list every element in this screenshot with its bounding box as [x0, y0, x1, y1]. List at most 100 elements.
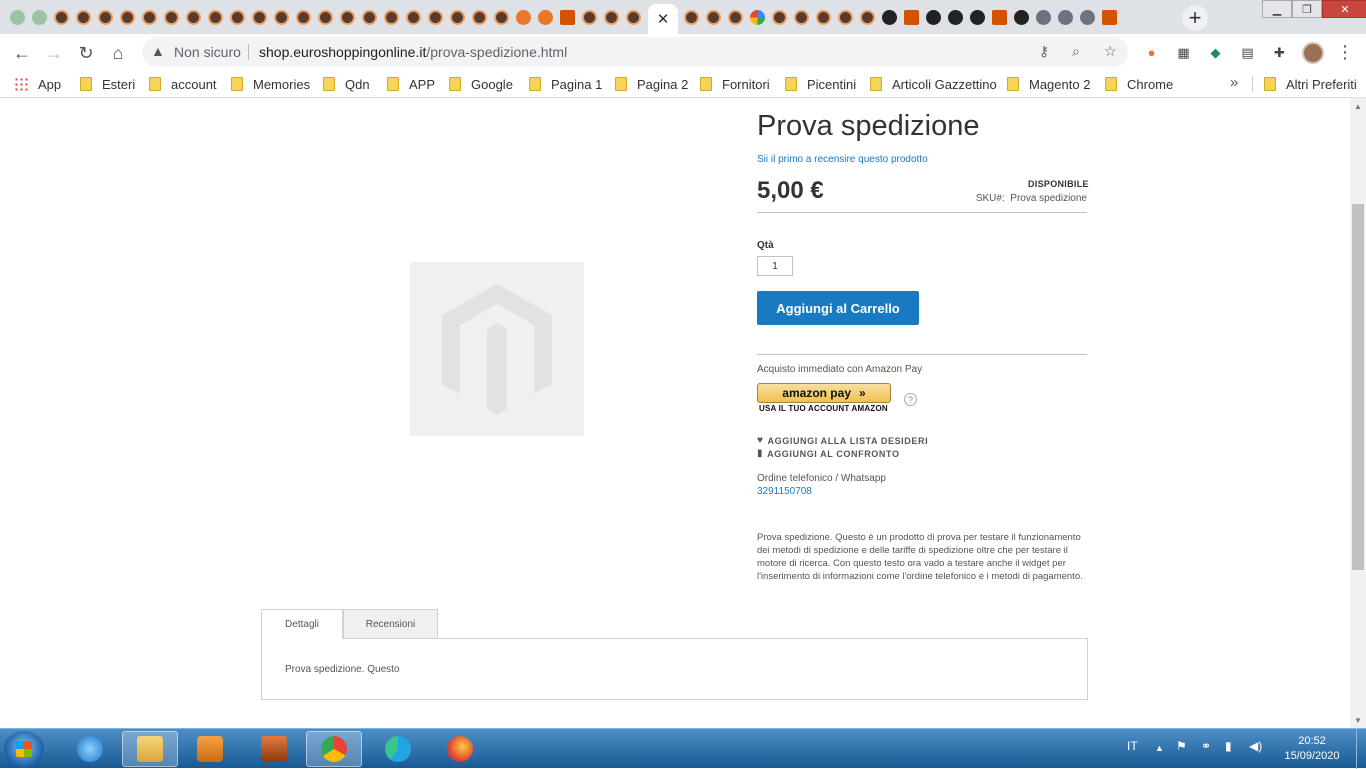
tab-details[interactable]: Dettagli [261, 609, 343, 639]
tab-favicon[interactable] [424, 6, 446, 28]
page-scrollbar[interactable]: ▲ ▼ [1350, 98, 1366, 728]
tab-favicon[interactable] [702, 6, 724, 28]
puzzle-icon[interactable]: ✚ [1271, 44, 1288, 61]
amazon-pay-button[interactable]: amazon pay » [757, 383, 891, 403]
tab-favicon[interactable] [966, 6, 988, 28]
forward-icon[interactable]: → [43, 42, 65, 64]
reload-icon[interactable]: ↻ [75, 42, 97, 64]
taskbar-explorer[interactable] [122, 731, 178, 767]
close-window-button[interactable]: ✕ [1322, 0, 1366, 18]
tab-favicon[interactable] [116, 6, 138, 28]
extension-b-icon[interactable]: ● [1143, 44, 1160, 61]
power-icon[interactable]: ▮ [1225, 739, 1232, 753]
tab-favicon[interactable] [28, 6, 50, 28]
tab-favicon[interactable] [358, 6, 380, 28]
new-tab-button[interactable]: + [1182, 5, 1208, 31]
scroll-down-icon[interactable]: ▼ [1354, 716, 1362, 725]
bookmark-item[interactable]: Articoli Gazzettino [870, 76, 997, 92]
volume-icon[interactable]: ◀) [1249, 739, 1262, 753]
tab-favicon[interactable] [226, 6, 248, 28]
review-link[interactable]: Sii il primo a recensire questo prodotto [757, 154, 928, 165]
bookmark-item[interactable]: Picentini [785, 76, 856, 92]
tab-favicon[interactable] [600, 6, 622, 28]
tab-favicon[interactable] [468, 6, 490, 28]
extension-leaf-icon[interactable]: ◆ [1207, 44, 1224, 61]
bookmark-item[interactable]: Google [449, 76, 513, 92]
tab-favicon[interactable] [988, 6, 1010, 28]
url-text[interactable]: shop.euroshoppingonline.it/prova-spedizi… [259, 44, 567, 60]
start-button[interactable] [4, 731, 44, 767]
tab-favicon[interactable] [622, 6, 644, 28]
bookmark-item[interactable]: Pagina 1 [529, 76, 602, 92]
tab-favicon[interactable] [812, 6, 834, 28]
taskbar-chrome[interactable] [306, 731, 362, 767]
taskbar-ie[interactable] [62, 731, 118, 767]
show-desktop-button[interactable] [1356, 729, 1366, 769]
tab-favicon[interactable] [512, 6, 534, 28]
tab-favicon[interactable] [1076, 6, 1098, 28]
bookmark-item[interactable]: Chrome [1105, 76, 1173, 92]
tray-expand-icon[interactable]: ▲ [1155, 743, 1164, 753]
tab-favicon[interactable] [1054, 6, 1076, 28]
bookmark-item[interactable]: App [14, 76, 61, 92]
tab-favicon[interactable] [138, 6, 160, 28]
tab-favicon[interactable] [900, 6, 922, 28]
tab-favicon[interactable] [204, 6, 226, 28]
tab-favicon[interactable] [94, 6, 116, 28]
scroll-up-icon[interactable]: ▲ [1354, 102, 1362, 111]
active-tab[interactable]: ✕ [648, 4, 678, 34]
menu-icon[interactable]: ⋮ [1336, 42, 1354, 63]
tab-favicon[interactable] [944, 6, 966, 28]
tab-favicon[interactable] [1032, 6, 1054, 28]
address-bar[interactable]: ▲ Non sicuro shop.euroshoppingonline.it/… [142, 37, 1128, 67]
key-icon[interactable]: ⚷ [1039, 43, 1049, 60]
zoom-icon[interactable]: ⌕ [1072, 43, 1080, 60]
tab-favicon[interactable] [314, 6, 336, 28]
help-icon[interactable]: ? [904, 393, 917, 406]
tab-favicon[interactable] [380, 6, 402, 28]
taskbar-app[interactable] [246, 731, 302, 767]
tab-favicon[interactable] [336, 6, 358, 28]
phone-number[interactable]: 3291150708 [757, 486, 812, 497]
tab-favicon[interactable] [402, 6, 424, 28]
bookmark-item[interactable]: Memories [231, 76, 310, 92]
tab-favicon[interactable] [534, 6, 556, 28]
action-center-icon[interactable]: ⚑ [1176, 739, 1187, 753]
home-icon[interactable]: ⌂ [107, 42, 129, 64]
extension-table-icon[interactable]: ▤ [1239, 44, 1256, 61]
language-indicator[interactable]: IT [1127, 739, 1138, 753]
star-icon[interactable]: ☆ [1104, 43, 1117, 60]
tab-favicon[interactable] [72, 6, 94, 28]
avatar[interactable] [1302, 42, 1324, 64]
minimize-button[interactable]: ▁ [1262, 0, 1292, 18]
qty-input[interactable]: 1 [757, 256, 793, 276]
bookmark-other[interactable]: Altri Preferiti [1264, 76, 1357, 92]
network-icon[interactable]: ⚭ [1201, 739, 1211, 753]
tab-favicon[interactable] [270, 6, 292, 28]
tab-favicon[interactable] [724, 6, 746, 28]
bookmark-item[interactable]: Magento 2 [1007, 76, 1090, 92]
taskbar-media[interactable] [182, 731, 238, 767]
product-image[interactable] [410, 262, 584, 436]
tab-favicon[interactable] [248, 6, 270, 28]
tab-favicon[interactable] [490, 6, 512, 28]
tab-favicon[interactable] [160, 6, 182, 28]
add-to-cart-button[interactable]: Aggiungi al Carrello [757, 291, 919, 325]
tab-favicon[interactable] [878, 6, 900, 28]
tab-favicon[interactable] [292, 6, 314, 28]
bookmark-item[interactable]: Esteri [80, 76, 135, 92]
tab-favicon[interactable] [446, 6, 468, 28]
taskbar-firefox[interactable] [432, 731, 488, 767]
bookmarks-more-icon[interactable]: » [1230, 74, 1238, 91]
scroll-thumb[interactable] [1352, 204, 1364, 570]
tab-reviews[interactable]: Recensioni [343, 609, 438, 639]
extension-grid-icon[interactable]: ▦ [1175, 44, 1192, 61]
bookmark-item[interactable]: Qdn [323, 76, 370, 92]
clock[interactable]: 20:52 15/09/2020 [1280, 734, 1344, 764]
tab-favicon[interactable] [182, 6, 204, 28]
tab-close-icon[interactable]: ✕ [657, 10, 670, 28]
bookmark-item[interactable]: account [149, 76, 217, 92]
warning-icon[interactable]: ▲ [151, 43, 165, 59]
bookmark-item[interactable]: APP [387, 76, 435, 92]
tab-favicon[interactable] [1098, 6, 1120, 28]
